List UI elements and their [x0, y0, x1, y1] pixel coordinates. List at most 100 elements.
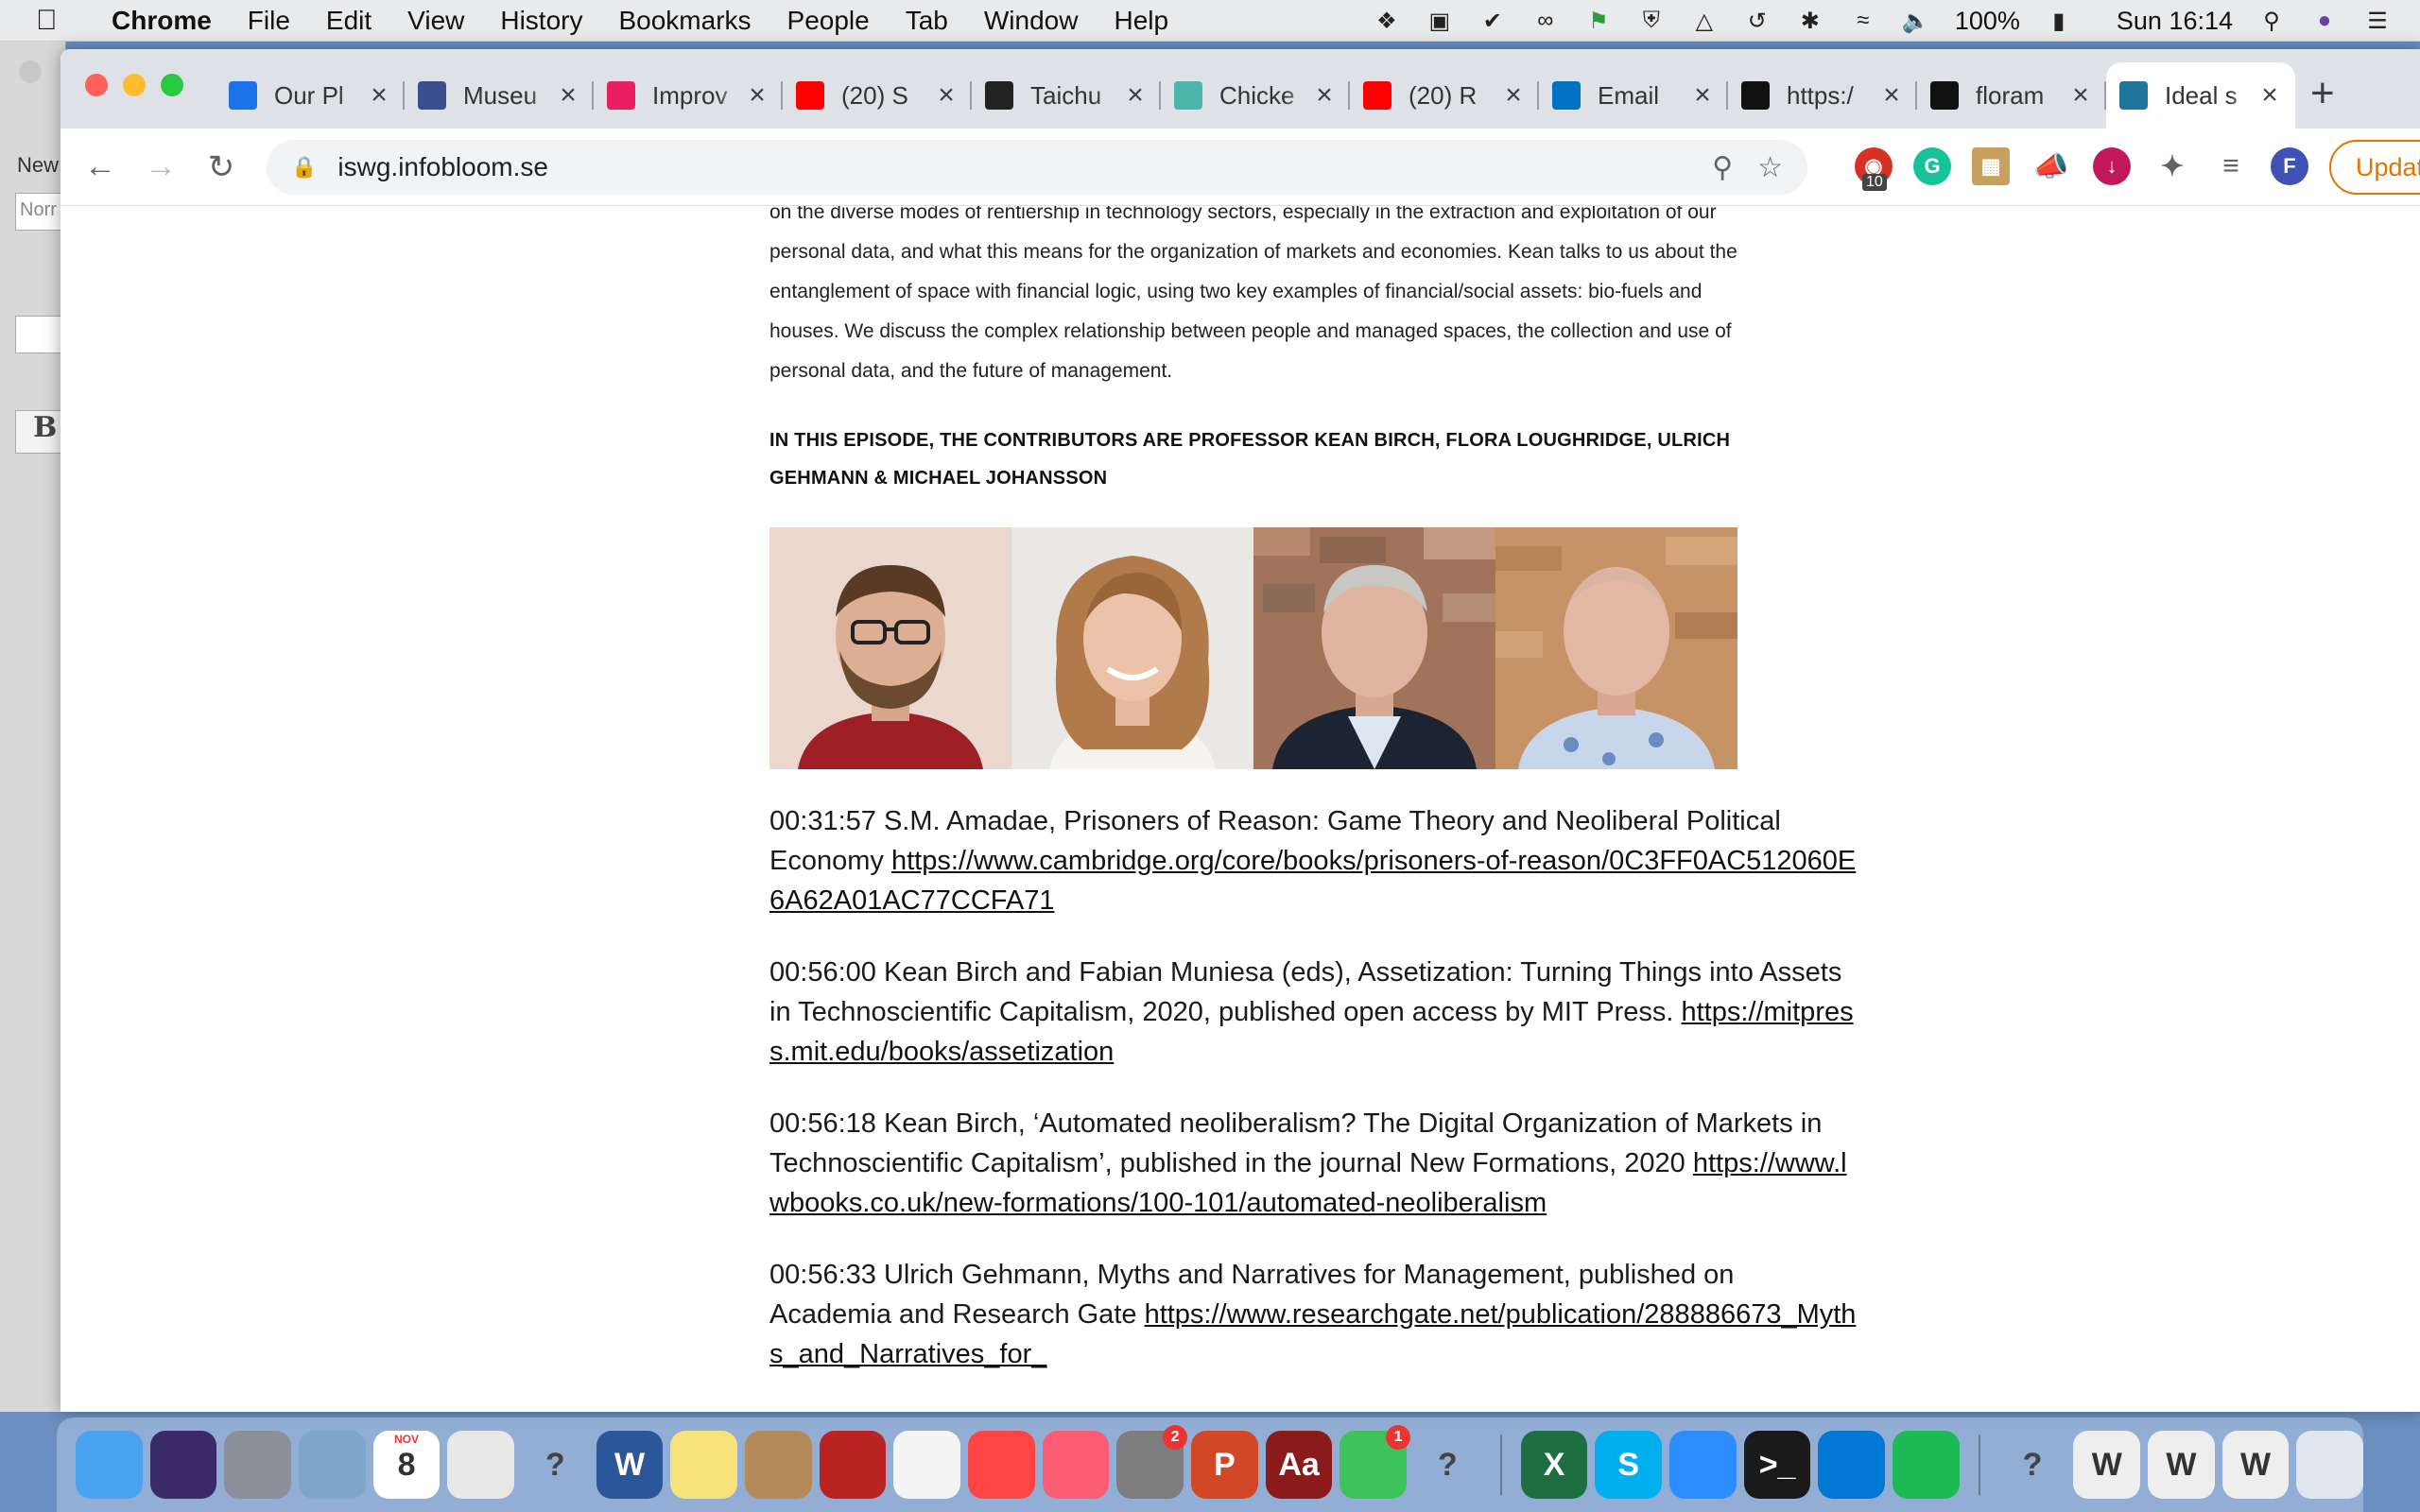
wifi-icon[interactable]: ≈	[1849, 8, 1877, 34]
notes-icon[interactable]	[670, 1431, 738, 1499]
menu-people[interactable]: People	[787, 6, 870, 36]
browser-tab[interactable]: floram ×	[1917, 62, 2106, 129]
menu-view[interactable]: View	[407, 6, 464, 36]
volume-icon[interactable]: 🔈	[1902, 8, 1930, 34]
zoom-status-icon[interactable]: ▣	[1426, 8, 1454, 34]
system-preferences-icon[interactable]: 2	[1116, 1425, 1188, 1499]
background-blank-field[interactable]	[15, 316, 62, 353]
background-style-field[interactable]: Norr	[15, 193, 62, 231]
zoom-icon[interactable]	[1669, 1431, 1737, 1499]
menu-edit[interactable]: Edit	[326, 6, 372, 36]
close-tab-icon[interactable]: ×	[934, 79, 959, 112]
browser-tab[interactable]: Chicke ×	[1161, 62, 1350, 129]
shield-status-icon[interactable]: ⛨	[1637, 8, 1666, 34]
browser-tab[interactable]: (20) R ×	[1350, 62, 1539, 129]
bookmark-star-icon[interactable]: ☆	[1757, 151, 1783, 184]
dropbox-icon[interactable]: ❖	[1373, 8, 1401, 34]
vscode-icon[interactable]	[1818, 1431, 1886, 1499]
zoom-window-button[interactable]	[161, 74, 183, 96]
close-tab-icon[interactable]: ×	[1501, 79, 1526, 112]
powerpoint-icon[interactable]: P	[1191, 1431, 1258, 1499]
reference-link[interactable]: https://www.cambridge.org/core/books/pri…	[769, 846, 1856, 916]
airplay-icon[interactable]: △	[1690, 8, 1719, 34]
spotify-icon[interactable]	[1893, 1431, 1960, 1499]
document-thumbnail-icon[interactable]: W	[2221, 1431, 2290, 1499]
update-button[interactable]: Update	[2329, 140, 2420, 195]
menu-history[interactable]: History	[500, 6, 582, 36]
zoom-page-icon[interactable]: ⚲	[1712, 151, 1733, 184]
close-tab-icon[interactable]: ×	[2068, 79, 2093, 112]
reload-button[interactable]: ↻	[200, 146, 242, 188]
close-window-button[interactable]	[85, 74, 108, 96]
browser-tab[interactable]: https:/ ×	[1728, 62, 1917, 129]
facetime-icon[interactable]: 1	[1340, 1425, 1411, 1499]
megaphone-extension-icon[interactable]: 📣	[2032, 147, 2070, 185]
music-icon[interactable]	[1042, 1431, 1110, 1499]
excel-icon[interactable]: X	[1520, 1431, 1588, 1499]
background-bold-button[interactable]: B	[15, 410, 62, 454]
menu-help[interactable]: Help	[1114, 6, 1168, 36]
launchpad-icon[interactable]	[224, 1431, 292, 1499]
document-thumbnail-icon[interactable]: W	[2148, 1431, 2215, 1499]
unknown-app-icon[interactable]: ?	[1999, 1431, 2066, 1499]
menu-clock[interactable]: Sun 16:14	[2117, 7, 2233, 36]
browser-tab[interactable]: Museu ×	[405, 62, 594, 129]
browser-tab[interactable]: (20) S ×	[783, 62, 972, 129]
unknown-app-icon[interactable]: ?	[1414, 1431, 1481, 1499]
notification-center-icon[interactable]: ☰	[2363, 8, 2392, 34]
close-tab-icon[interactable]: ×	[2257, 79, 2282, 112]
close-tab-icon[interactable]: ×	[1879, 79, 1904, 112]
close-tab-icon[interactable]: ×	[1123, 79, 1148, 112]
terminal-icon[interactable]: >_	[1743, 1431, 1811, 1499]
siri-icon[interactable]	[149, 1431, 217, 1499]
grammarly-extension-icon[interactable]: G	[1913, 147, 1951, 185]
download-extension-icon[interactable]: ↓	[2093, 147, 2131, 185]
lock-icon[interactable]: 🔒	[291, 155, 317, 180]
trash-icon[interactable]	[2296, 1431, 2364, 1499]
photos-icon[interactable]	[893, 1431, 961, 1499]
close-tab-icon[interactable]: ×	[556, 79, 580, 112]
browser-tab[interactable]: Our Pl ×	[216, 62, 405, 129]
siri-menu-icon[interactable]: ●	[2310, 8, 2339, 34]
menu-file[interactable]: File	[248, 6, 290, 36]
menu-bookmarks[interactable]: Bookmarks	[618, 6, 751, 36]
battery-icon[interactable]: ▮	[2045, 8, 2073, 34]
minimize-window-button[interactable]	[123, 74, 146, 96]
close-tab-icon[interactable]: ×	[1690, 79, 1715, 112]
back-button[interactable]: ←	[79, 146, 121, 188]
unknown-app-icon[interactable]: ?	[522, 1431, 589, 1499]
spotlight-search-icon[interactable]: ⚲	[2257, 8, 2286, 34]
browser-tab[interactable]: Improv ×	[594, 62, 783, 129]
extensions-puzzle-icon[interactable]: ✦	[2153, 147, 2191, 185]
browser-tab[interactable]: Ideal s ×	[2106, 62, 2295, 129]
skype-icon[interactable]: S	[1595, 1431, 1663, 1499]
finder-icon[interactable]	[76, 1431, 143, 1499]
apple-menu-icon[interactable]: 	[36, 5, 83, 37]
creative-cloud-icon[interactable]: ∞	[1531, 8, 1560, 34]
close-tab-icon[interactable]: ×	[1312, 79, 1337, 112]
menu-tab[interactable]: Tab	[906, 6, 948, 36]
contacts-icon[interactable]	[745, 1431, 812, 1499]
browser-tab[interactable]: Email ×	[1539, 62, 1728, 129]
browser-tab[interactable]: Taichu ×	[972, 62, 1161, 129]
green-flag-icon[interactable]: ⚑	[1584, 8, 1613, 34]
menu-window[interactable]: Window	[984, 6, 1079, 36]
media-control-icon[interactable]: ≡	[2212, 147, 2250, 185]
menu-app-name[interactable]: Chrome	[112, 6, 212, 36]
bluetooth-icon[interactable]: ✱	[1796, 8, 1824, 34]
time-machine-icon[interactable]: ↺	[1743, 8, 1772, 34]
calculator-extension-icon[interactable]: ▦	[1972, 147, 2010, 185]
word-icon[interactable]: W	[596, 1431, 664, 1499]
address-bar[interactable]: 🔒 iswg.infobloom.se ⚲ ☆	[267, 140, 1807, 195]
address-url[interactable]: iswg.infobloom.se	[337, 152, 1712, 182]
profile-avatar[interactable]: F	[2271, 147, 2308, 185]
close-tab-icon[interactable]: ×	[367, 79, 391, 112]
calendar-icon[interactable]: 8 NOV	[372, 1431, 441, 1499]
news-icon[interactable]	[968, 1431, 1035, 1499]
photo-booth-icon[interactable]	[819, 1431, 887, 1499]
dictionary-icon[interactable]: Aa	[1265, 1431, 1333, 1499]
chrome-icon[interactable]	[447, 1431, 515, 1499]
close-tab-icon[interactable]: ×	[745, 79, 769, 112]
preview-icon[interactable]	[299, 1431, 366, 1499]
document-thumbnail-icon[interactable]: W	[2073, 1431, 2141, 1499]
